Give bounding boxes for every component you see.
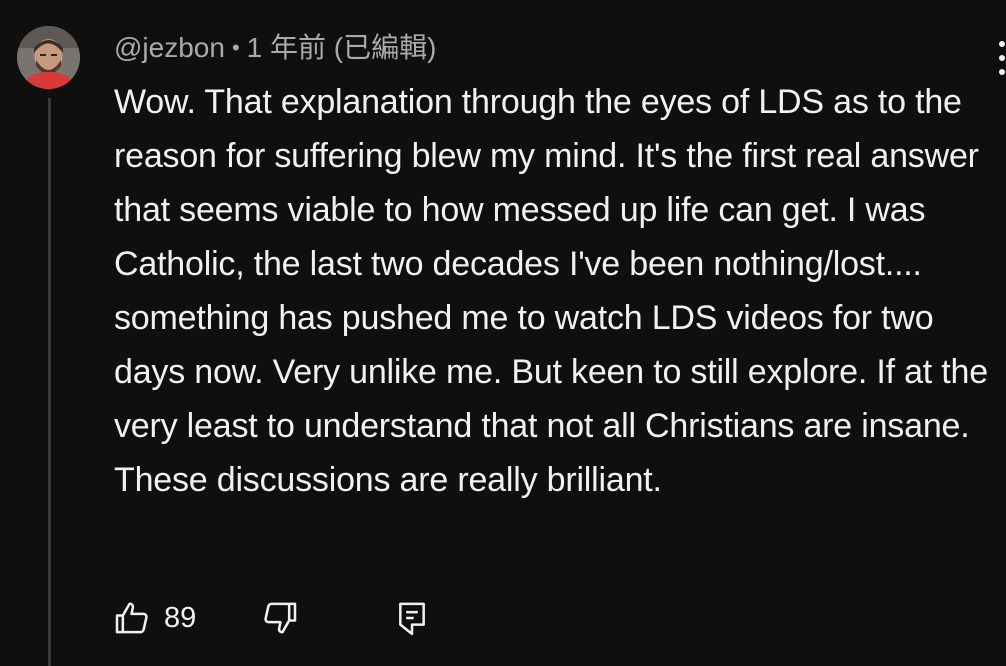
thumbs-up-icon xyxy=(115,602,148,634)
comment-time[interactable]: 1 年前 xyxy=(247,32,326,63)
dislike-button[interactable] xyxy=(260,596,300,640)
reply-thread-line xyxy=(48,98,51,666)
thumbs-down-icon xyxy=(264,602,297,634)
comment-header: @jezbon • 1 年前 (已編輯) xyxy=(114,30,436,66)
avatar-photo xyxy=(17,26,80,89)
separator-dot: • xyxy=(231,35,240,60)
avatar[interactable] xyxy=(17,26,80,89)
author-name[interactable]: @jezbon xyxy=(114,32,225,63)
comment-text: Wow. That explanation through the eyes o… xyxy=(114,83,988,499)
reply-button[interactable] xyxy=(392,596,432,640)
edited-label: (已編輯) xyxy=(333,32,437,63)
vertical-dots-icon[interactable] xyxy=(996,38,1006,78)
like-button[interactable]: 89 xyxy=(112,596,196,640)
reply-comment-icon xyxy=(399,602,425,636)
like-count: 89 xyxy=(164,601,197,634)
